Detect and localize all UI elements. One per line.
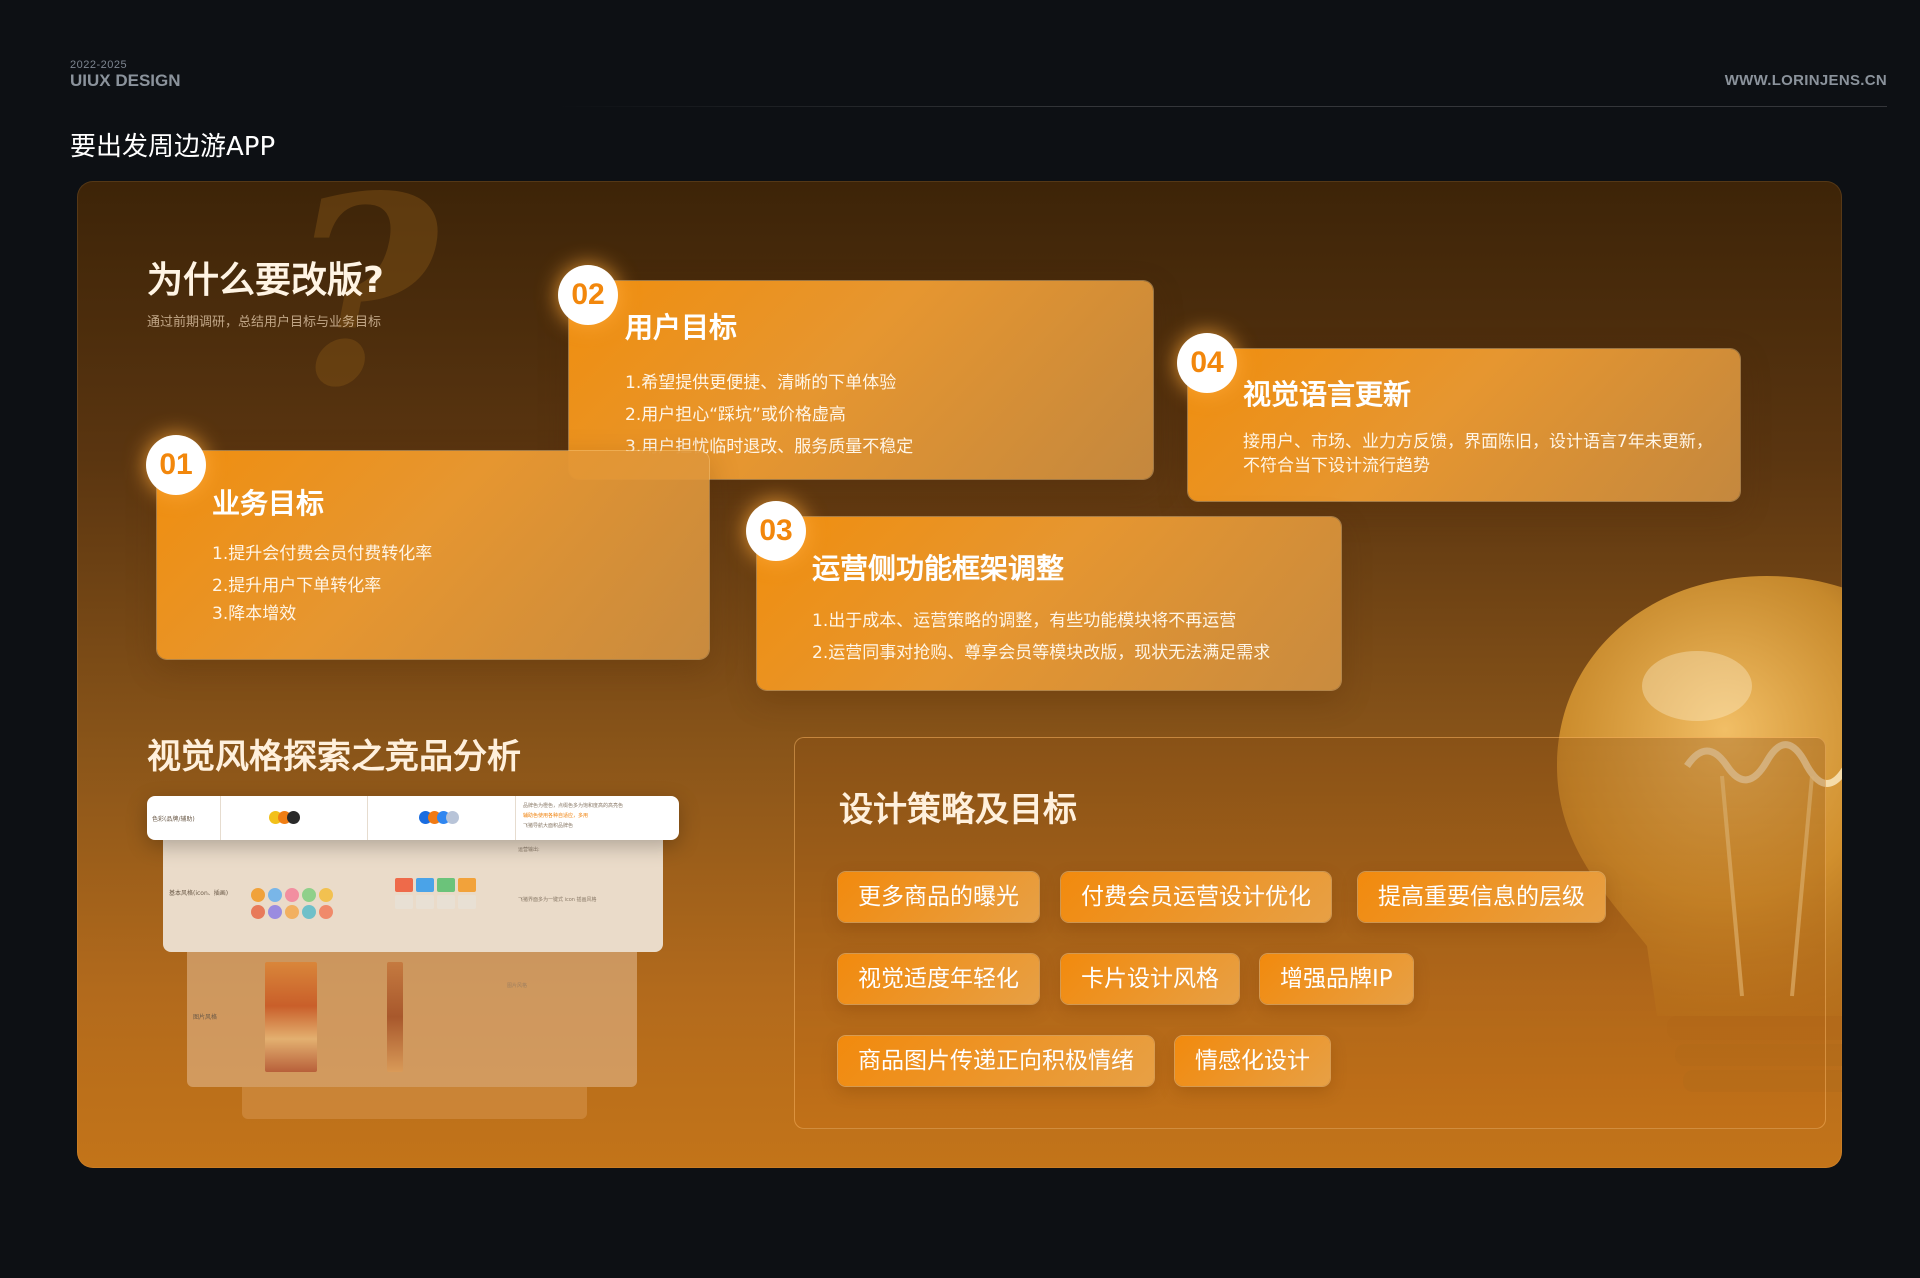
strategy-panel: 设计策略及目标 更多商品的曝光 付费会员运营设计优化 提高重要信息的层级 视觉适…: [794, 737, 1826, 1129]
icon-grid-b: [395, 878, 476, 909]
strategy-tag: 付费会员运营设计优化: [1061, 872, 1331, 922]
notes-text: 图片风格: [507, 983, 528, 989]
strategy-tag: 提高重要信息的层级: [1358, 872, 1605, 922]
strategy-title: 设计策略及目标: [839, 790, 1077, 830]
why-title: 为什么要改版?: [147, 260, 384, 301]
strategy-tag: 更多商品的曝光: [838, 872, 1039, 922]
notes-text: 飞猪导航大面积品牌色: [523, 823, 574, 829]
card-number-badge: 02: [558, 265, 618, 325]
strategy-tag: 增强品牌IP: [1260, 954, 1413, 1004]
icon-grid-a: [251, 888, 333, 919]
page-title: 要出发周边游APP: [70, 132, 276, 162]
sample-thumbnail: [265, 962, 317, 1072]
main-panel: ? 为什么要改版? 通过前期调研，总结用户目标与业务目标 用户目标 1.希望提供…: [77, 181, 1842, 1168]
strategy-tag: 视觉适度年轻化: [838, 954, 1039, 1004]
card-line: 2.用户担心“踩坑”或价格虚高: [625, 405, 846, 425]
card-title: 业务目标: [212, 487, 325, 520]
strategy-tag: 情感化设计: [1175, 1036, 1330, 1086]
color-swatch: [446, 811, 459, 824]
header-divider: [555, 106, 1887, 107]
card-line: 2.提升用户下单转化率: [212, 576, 382, 596]
competitor-color-row: 色彩(品牌/辅助) 品牌色为橙色，点缀色多为饱和度高的高亮色 辅助色使用各种自适…: [147, 796, 679, 840]
card-business-goals: 业务目标 1.提升会付费会员付费转化率 2.提升用户下单转化率 3.降本增效: [157, 451, 709, 659]
strategy-tag: 卡片设计风格: [1061, 954, 1239, 1004]
card-operations-framework: 运营侧功能框架调整 1.出于成本、运营策略的调整，有些功能模块将不再运营 2.运…: [757, 517, 1341, 690]
row-label: 基本风格(icon、插画): [169, 890, 229, 897]
card-paragraph: 接用户、市场、业力方反馈，界面陈旧，设计语言7年未更新，不符合当下设计流行趋势: [1243, 432, 1713, 476]
card-title: 运营侧功能框架调整: [812, 552, 1065, 585]
why-subtitle: 通过前期调研，总结用户目标与业务目标: [147, 315, 382, 330]
site-url[interactable]: WWW.LORINJENS.CN: [1725, 72, 1887, 89]
color-swatch: [287, 811, 300, 824]
notes-text: 运营输出:: [518, 847, 540, 853]
strategy-tag: 商品图片传递正向积极情绪: [838, 1036, 1154, 1086]
brand-label: UIUX DESIGN: [70, 71, 181, 90]
card-user-goals: 用户目标 1.希望提供更便捷、清晰的下单体验 2.用户担心“踩坑”或价格虚高 3…: [569, 281, 1153, 479]
row-label: 色彩(品牌/辅助): [152, 816, 195, 823]
card-line: 2.运营同事对抢购、尊享会员等模块改版，现状无法满足需求: [812, 643, 1271, 663]
row-label: 图片风格: [193, 1014, 218, 1021]
mock-shadow-layer: [242, 1087, 587, 1119]
card-line: 1.希望提供更便捷、清晰的下单体验: [625, 373, 897, 393]
year-range: 2022-2025: [70, 59, 128, 71]
card-number-badge: 04: [1177, 333, 1237, 393]
notes-text: 飞猪界面多为一键式 icon 插画风格: [518, 897, 597, 903]
sample-thumbnail: [387, 962, 403, 1072]
notes-text: 辅助色使用各种自适应，多用: [523, 813, 589, 819]
card-title: 用户目标: [625, 311, 738, 344]
notes-text: 品牌色为橙色，点缀色多为饱和度高的高亮色: [523, 803, 624, 809]
competitor-style-row: 基本风格(icon、插画) 运营输出: 飞猪界面多为一键式 icon 插画风格: [163, 836, 663, 952]
card-number-badge: 03: [746, 501, 806, 561]
card-number-badge: 01: [146, 435, 206, 495]
card-line: 1.提升会付费会员付费转化率: [212, 544, 433, 564]
card-title: 视觉语言更新: [1243, 378, 1412, 411]
competitor-image-row: 图片风格 图片风格: [187, 952, 637, 1087]
competitor-section-title: 视觉风格探索之竞品分析: [147, 737, 521, 777]
card-line: 3.降本增效: [212, 604, 297, 624]
card-line: 1.出于成本、运营策略的调整，有些功能模块将不再运营: [812, 611, 1237, 631]
card-visual-language: 视觉语言更新 接用户、市场、业力方反馈，界面陈旧，设计语言7年未更新，不符合当下…: [1188, 349, 1740, 501]
